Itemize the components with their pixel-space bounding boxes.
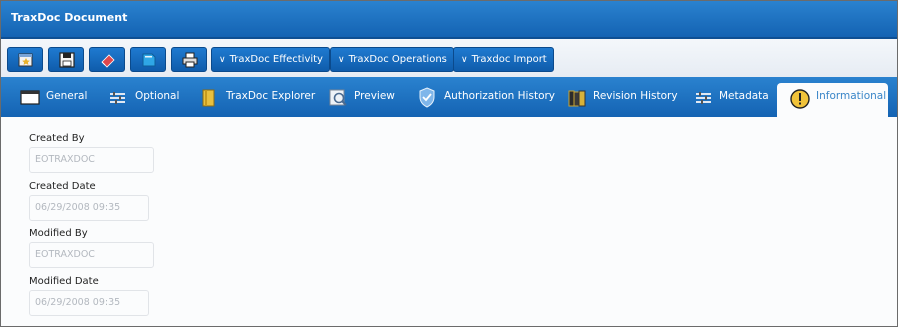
tab-preview[interactable]: Preview bbox=[327, 83, 397, 117]
tab-general[interactable]: General bbox=[19, 83, 89, 117]
tab-label: TraxDoc Explorer bbox=[226, 90, 316, 102]
window-icon bbox=[20, 90, 40, 105]
new-record-icon bbox=[18, 53, 33, 67]
created-by-label: Created By bbox=[29, 133, 85, 144]
tab-label: Informational bbox=[816, 90, 887, 102]
books-icon bbox=[568, 90, 586, 107]
tab-metadata[interactable]: Metadata bbox=[693, 83, 769, 117]
menu-label: Traxdoc Import bbox=[471, 54, 547, 65]
tab-label: Optional bbox=[135, 90, 180, 102]
modified-by-label: Modified By bbox=[29, 228, 88, 239]
tab-label: General bbox=[46, 90, 88, 102]
printer-icon bbox=[182, 52, 198, 68]
book-icon bbox=[142, 53, 156, 67]
preview-icon bbox=[329, 89, 347, 106]
chevron-down-icon: ∨ bbox=[219, 55, 226, 65]
new-record-button[interactable] bbox=[7, 47, 43, 72]
menu-label: TraxDoc Effectivity bbox=[229, 54, 323, 65]
shield-icon bbox=[419, 87, 435, 108]
eraser-icon bbox=[101, 54, 115, 68]
tab-optional[interactable]: Optional bbox=[107, 83, 180, 117]
toolbar: ∨ TraxDoc Effectivity ∨ TraxDoc Operations… bbox=[1, 39, 897, 77]
traxdoc-effectivity-menu[interactable]: ∨ TraxDoc Effectivity bbox=[211, 47, 330, 72]
document-window: TraxDoc Document ∨ TraxDoc Effectivity ∨… bbox=[0, 0, 898, 327]
save-button[interactable] bbox=[48, 47, 84, 72]
tab-revision-history[interactable]: Revision History bbox=[567, 83, 678, 117]
modified-date-field[interactable]: 06/29/2008 09:35 bbox=[29, 290, 149, 316]
created-date-field[interactable]: 06/29/2008 09:35 bbox=[29, 195, 149, 221]
title-bar: TraxDoc Document bbox=[1, 1, 897, 39]
window-title: TraxDoc Document bbox=[11, 11, 128, 24]
created-by-field[interactable]: EOTRAXDOC bbox=[29, 147, 154, 173]
list-icon bbox=[696, 92, 711, 104]
traxdoc-import-menu[interactable]: ∨ Traxdoc Import bbox=[453, 47, 554, 72]
print-button[interactable] bbox=[171, 47, 207, 72]
tab-label: Metadata bbox=[719, 90, 769, 102]
info-icon bbox=[790, 89, 810, 109]
tab-informational[interactable]: Informational bbox=[777, 83, 888, 117]
modified-date-label: Modified Date bbox=[29, 276, 99, 287]
tab-label: Authorization History bbox=[444, 90, 556, 102]
tab-authorization-history[interactable]: Authorization History bbox=[416, 83, 555, 117]
tab-label: Revision History bbox=[593, 90, 678, 102]
tab-label: Preview bbox=[354, 90, 395, 102]
menu-label: TraxDoc Operations bbox=[348, 54, 447, 65]
informational-panel: Created By EOTRAXDOC Created Date 06/29/… bbox=[1, 117, 897, 326]
save-icon bbox=[59, 52, 75, 68]
tab-bar: General Optional TraxDoc Explorer Previe… bbox=[1, 77, 897, 117]
modified-by-field[interactable]: EOTRAXDOC bbox=[29, 242, 154, 268]
clear-button[interactable] bbox=[89, 47, 125, 72]
list-icon bbox=[110, 92, 125, 104]
traxdoc-operations-menu[interactable]: ∨ TraxDoc Operations bbox=[330, 47, 454, 72]
tab-traxdoc-explorer[interactable]: TraxDoc Explorer bbox=[199, 83, 315, 117]
folder-icon bbox=[202, 89, 215, 107]
book-button[interactable] bbox=[130, 47, 166, 72]
chevron-down-icon: ∨ bbox=[338, 55, 345, 65]
created-date-label: Created Date bbox=[29, 181, 96, 192]
chevron-down-icon: ∨ bbox=[461, 55, 468, 65]
